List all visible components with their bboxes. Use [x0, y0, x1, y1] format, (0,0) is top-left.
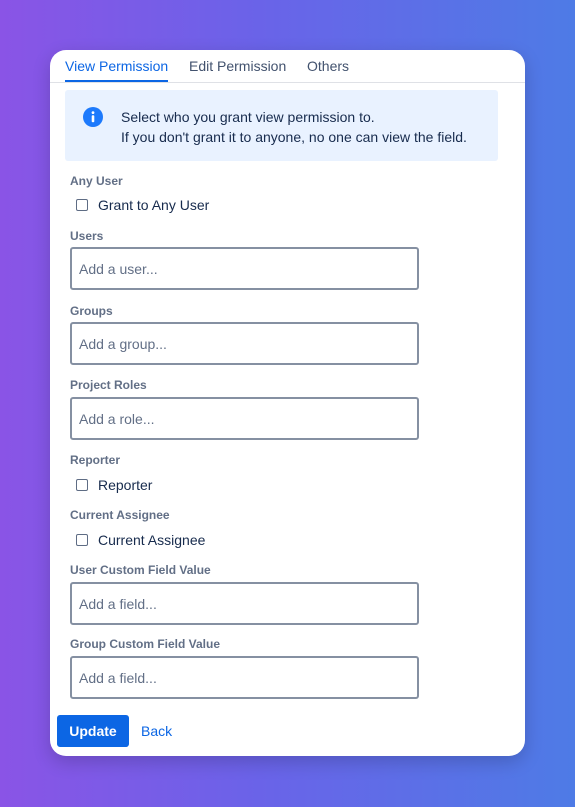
grant-any-user-checkbox[interactable]	[76, 199, 88, 211]
groups-label: Groups	[70, 304, 113, 318]
tab-view-permission[interactable]: View Permission	[65, 58, 169, 82]
any-user-label: Any User	[70, 174, 123, 188]
back-link[interactable]: Back	[141, 723, 172, 739]
user-custom-field-label: User Custom Field Value	[70, 563, 211, 577]
group-custom-field-field[interactable]	[70, 656, 419, 699]
reporter-checkbox-label[interactable]: Reporter	[98, 477, 152, 493]
permission-dialog: View Permission Edit Permission Others S…	[50, 50, 525, 756]
tab-others[interactable]: Others	[307, 58, 349, 80]
current-assignee-checkbox[interactable]	[76, 534, 88, 546]
tab-bar: View Permission Edit Permission Others	[50, 50, 525, 83]
groups-field[interactable]	[70, 322, 419, 365]
project-roles-input[interactable]	[72, 399, 409, 438]
current-assignee-label: Current Assignee	[70, 508, 170, 522]
users-input[interactable]	[72, 249, 409, 288]
info-icon	[83, 107, 103, 127]
users-label: Users	[70, 229, 104, 243]
info-line-1: Select who you grant view permission to.	[121, 109, 375, 125]
reporter-label: Reporter	[70, 453, 121, 467]
current-assignee-checkbox-label[interactable]: Current Assignee	[98, 532, 205, 548]
info-message: Select who you grant view permission to.…	[121, 107, 467, 147]
user-custom-field-input[interactable]	[72, 584, 409, 623]
user-custom-field-field[interactable]	[70, 582, 419, 625]
tab-edit-permission[interactable]: Edit Permission	[189, 58, 286, 80]
info-panel: Select who you grant view permission to.…	[65, 90, 498, 161]
groups-input[interactable]	[72, 324, 409, 363]
users-field[interactable]	[70, 247, 419, 290]
update-button[interactable]: Update	[57, 715, 129, 747]
group-custom-field-label: Group Custom Field Value	[70, 637, 221, 651]
reporter-checkbox[interactable]	[76, 479, 88, 491]
info-line-2: If you don't grant it to anyone, no one …	[121, 129, 467, 145]
project-roles-field[interactable]	[70, 397, 419, 440]
grant-any-user-label[interactable]: Grant to Any User	[98, 197, 209, 213]
group-custom-field-input[interactable]	[72, 658, 409, 697]
project-roles-label: Project Roles	[70, 378, 147, 392]
